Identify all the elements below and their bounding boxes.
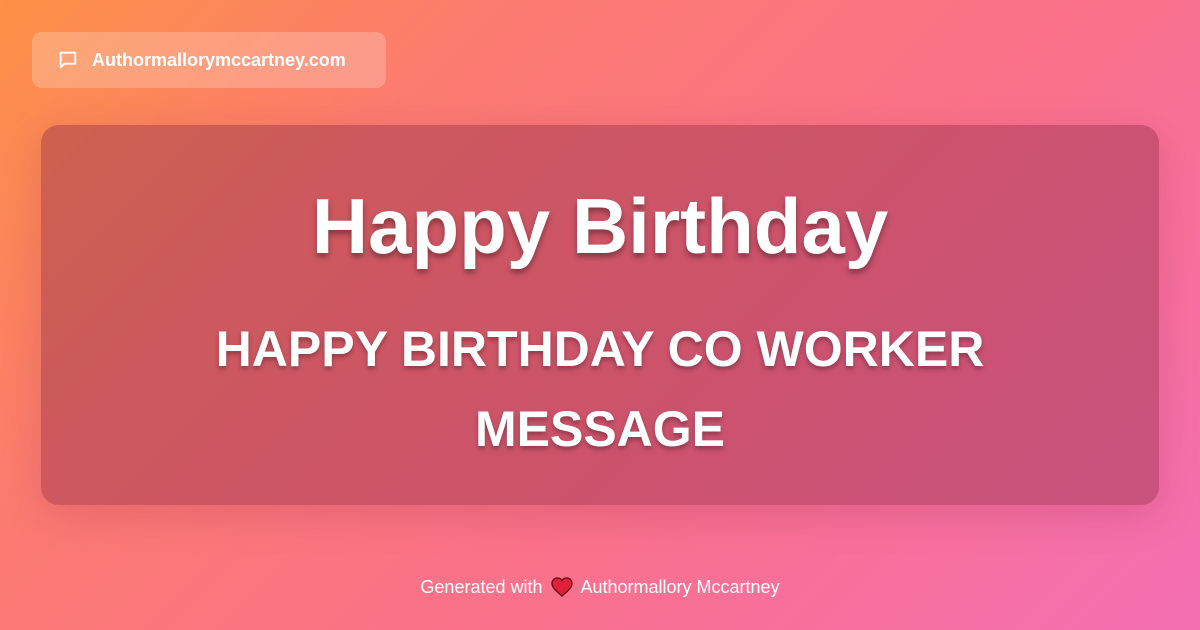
footer-generated-text: Generated with <box>420 577 543 597</box>
footer: Generated with Authormallory Mccartney <box>0 575 1200 599</box>
card-title: Happy Birthday <box>311 182 889 270</box>
footer-author[interactable]: Authormallory Mccartney <box>581 575 780 599</box>
site-badge[interactable]: Authormallorymccartney.com <box>32 32 386 88</box>
heart-icon <box>550 576 573 598</box>
chat-bubble-icon <box>56 48 80 72</box>
card-subtitle: HAPPY BIRTHDAY CO WORKER MESSAGE <box>215 321 985 457</box>
message-card: Happy Birthday HAPPY BIRTHDAY CO WORKER … <box>41 125 1159 505</box>
site-name: Authormallorymccartney.com <box>92 49 346 70</box>
